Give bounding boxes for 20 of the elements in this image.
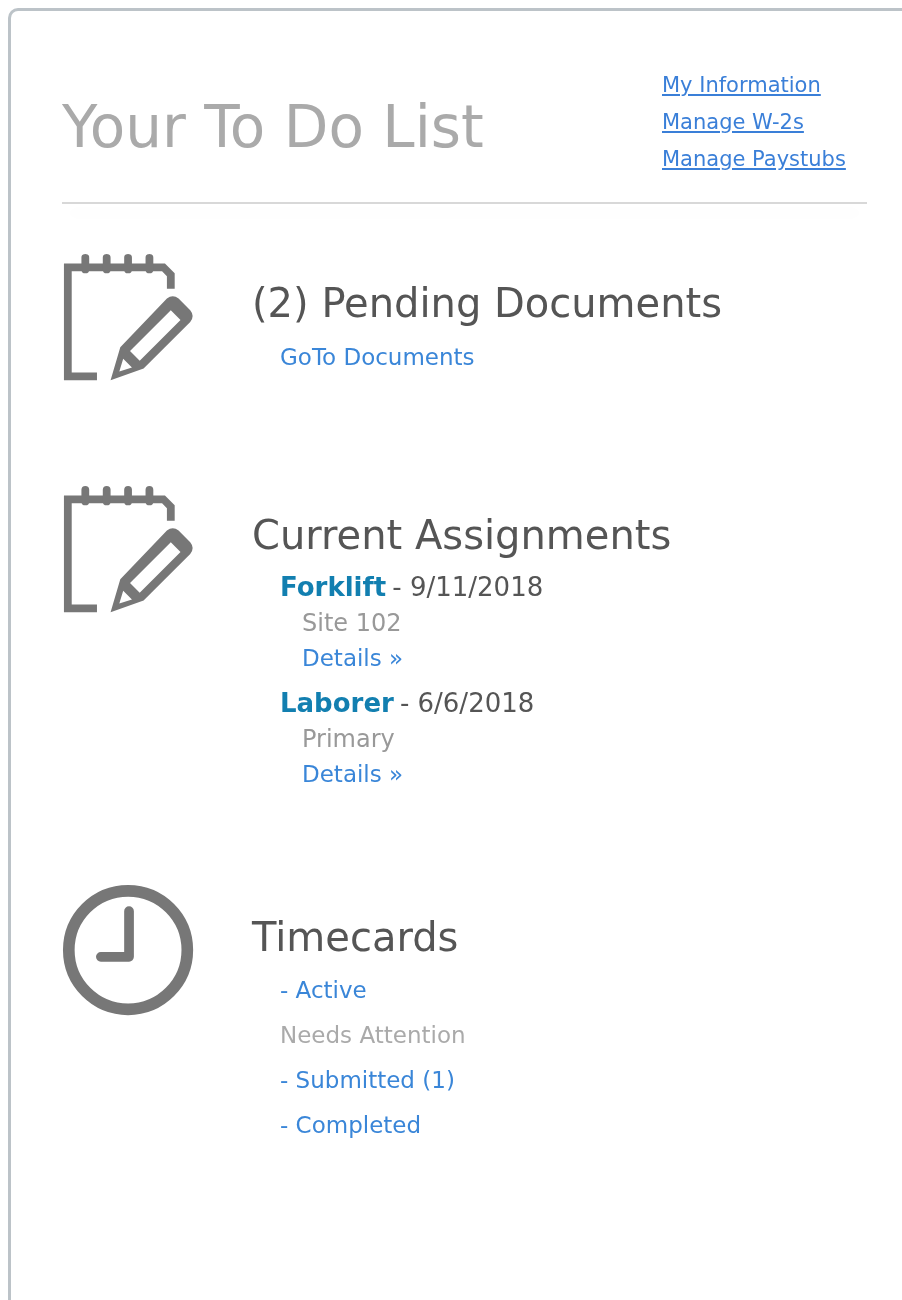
timecard-link[interactable]: - Completed: [280, 1103, 422, 1148]
section-heading: Current Assignments: [252, 511, 672, 560]
assignment-title: Forklift: [280, 572, 387, 602]
assignment-date: - 6/6/2018: [399, 688, 535, 718]
page-title: Your To Do List: [62, 93, 485, 161]
details-link[interactable]: Details »: [302, 756, 404, 792]
assignment-location: Site 102: [302, 608, 402, 639]
assignment-location: Primary: [302, 724, 395, 755]
timecard-label: Needs Attention: [280, 1021, 466, 1050]
assignment-title: Laborer: [280, 688, 394, 718]
timecard-link[interactable]: - Submitted (1): [280, 1058, 455, 1103]
header-link[interactable]: My Information: [662, 69, 821, 102]
section-heading: Timecards: [252, 913, 459, 962]
documents-link[interactable]: GoTo Documents: [280, 344, 475, 370]
header-link[interactable]: Manage W-2s: [662, 106, 804, 139]
header-link[interactable]: Manage Paystubs: [662, 143, 846, 176]
section-heading: (2) Pending Documents: [252, 279, 723, 328]
timecard-link[interactable]: - Active: [280, 968, 367, 1013]
assignment-date: - 9/11/2018: [392, 572, 544, 602]
details-link[interactable]: Details »: [302, 640, 404, 676]
